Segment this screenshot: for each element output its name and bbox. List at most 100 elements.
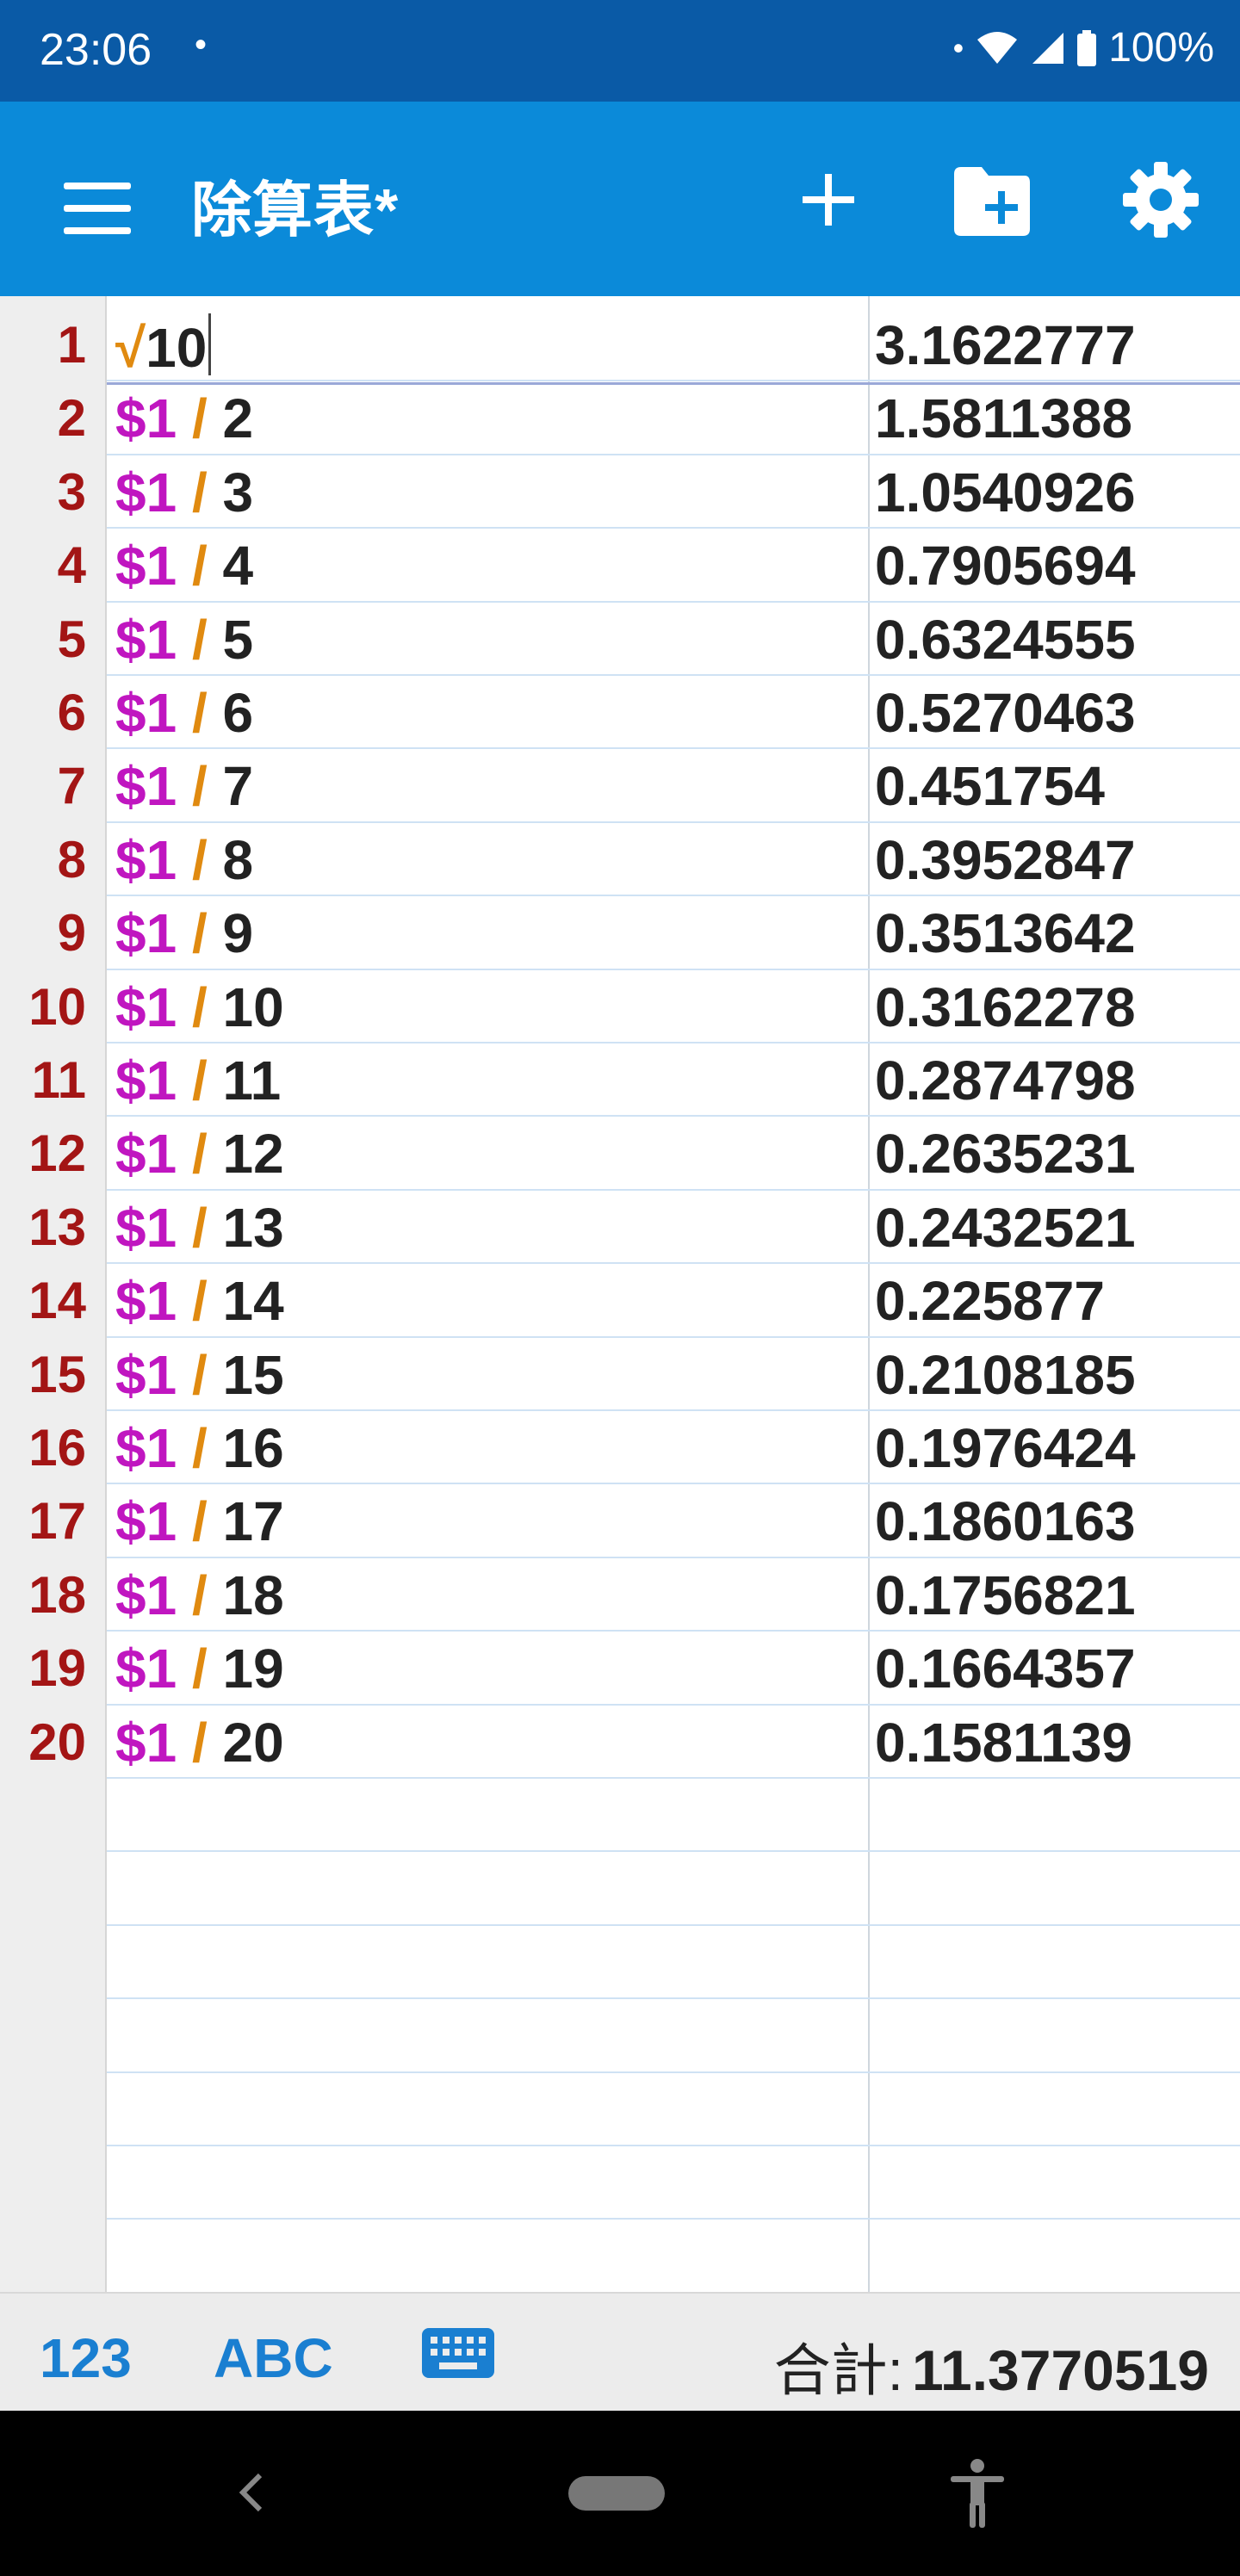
operator: √ bbox=[115, 317, 146, 379]
table-row[interactable]: 14 $1 / 14 0.225877 bbox=[0, 1262, 1240, 1335]
formula-cell[interactable]: $1 / 7 bbox=[115, 754, 253, 818]
table-row[interactable]: 2 $1 / 2 1.5811388 bbox=[0, 380, 1240, 453]
formula-cell[interactable]: $1 / 8 bbox=[115, 828, 253, 892]
table-row[interactable]: 18 $1 / 18 0.1756821 bbox=[0, 1557, 1240, 1630]
formula-cell[interactable]: $1 / 15 bbox=[115, 1343, 284, 1407]
formula-cell[interactable]: $1 / 16 bbox=[115, 1416, 284, 1480]
formula-cell[interactable]: $1 / 5 bbox=[115, 608, 253, 672]
row-number: 18 bbox=[28, 1565, 86, 1624]
cell-reference: $1 bbox=[115, 682, 177, 744]
table-row[interactable]: 11 $1 / 11 0.2874798 bbox=[0, 1042, 1240, 1115]
formula-cell[interactable]: $1 / 19 bbox=[115, 1637, 284, 1700]
operand: 6 bbox=[222, 682, 254, 744]
operand: 17 bbox=[222, 1490, 284, 1553]
table-row[interactable]: 20 $1 / 20 0.1581139 bbox=[0, 1704, 1240, 1777]
formula-cell[interactable]: $1 / 4 bbox=[115, 534, 253, 598]
status-time: 23:06 bbox=[40, 25, 152, 75]
formula-cell[interactable]: $1 / 12 bbox=[115, 1122, 284, 1186]
text-cursor bbox=[208, 313, 212, 375]
battery-icon bbox=[1077, 29, 1097, 66]
operand: 2 bbox=[222, 387, 254, 450]
notification-dot-icon: • bbox=[952, 29, 964, 65]
table-row[interactable]: 12 $1 / 12 0.2635231 bbox=[0, 1115, 1240, 1188]
row-number: 16 bbox=[28, 1419, 86, 1477]
folder-add-icon[interactable] bbox=[951, 162, 1033, 239]
operand: 20 bbox=[222, 1711, 284, 1774]
result-cell: 0.2874798 bbox=[875, 1050, 1136, 1112]
result-cell: 0.1756821 bbox=[875, 1564, 1136, 1626]
formula-cell[interactable]: $1 / 14 bbox=[115, 1269, 284, 1333]
operand: 3 bbox=[222, 461, 254, 523]
grid-line bbox=[107, 2218, 1240, 2220]
formula-cell[interactable]: $1 / 18 bbox=[115, 1564, 284, 1627]
operator: / bbox=[191, 608, 208, 671]
formula-cell[interactable]: $1 / 13 bbox=[115, 1196, 284, 1260]
row-number: 12 bbox=[28, 1124, 86, 1183]
table-row[interactable]: 7 $1 / 7 0.451754 bbox=[0, 747, 1240, 820]
cell-reference: $1 bbox=[115, 1711, 177, 1774]
row-number: 3 bbox=[57, 462, 86, 521]
operator: / bbox=[191, 1564, 208, 1626]
table-row[interactable]: 1 √10 3.1622777 bbox=[0, 307, 1240, 380]
operator: / bbox=[191, 1196, 208, 1259]
formula-cell[interactable]: $1 / 11 bbox=[115, 1049, 281, 1112]
cell-reference: $1 bbox=[115, 608, 177, 671]
table-row[interactable]: 10 $1 / 10 0.3162278 bbox=[0, 969, 1240, 1042]
cell-reference: $1 bbox=[115, 1490, 177, 1553]
operand: 19 bbox=[222, 1638, 284, 1700]
table-row[interactable]: 5 $1 / 5 0.6324555 bbox=[0, 601, 1240, 674]
operand: 10 bbox=[222, 975, 284, 1038]
cell-reference: $1 bbox=[115, 902, 177, 965]
cell-reference: $1 bbox=[115, 828, 177, 891]
status-indicators: • 100% bbox=[953, 24, 1214, 71]
result-cell: 0.451754 bbox=[875, 755, 1105, 818]
gear-icon[interactable] bbox=[1119, 158, 1202, 241]
row-number: 11 bbox=[31, 1051, 86, 1109]
formula-cell[interactable]: $1 / 10 bbox=[115, 975, 284, 1039]
table-row[interactable]: 17 $1 / 17 0.1860163 bbox=[0, 1483, 1240, 1556]
back-icon[interactable] bbox=[226, 2462, 277, 2523]
menu-icon[interactable] bbox=[48, 162, 145, 258]
operator: / bbox=[191, 1417, 208, 1479]
wifi-icon bbox=[977, 31, 1018, 64]
row-number: 13 bbox=[28, 1198, 86, 1256]
table-row[interactable]: 6 $1 / 6 0.5270463 bbox=[0, 674, 1240, 747]
accessibility-icon[interactable] bbox=[947, 2457, 1008, 2530]
table-row[interactable]: 19 $1 / 19 0.1664357 bbox=[0, 1630, 1240, 1703]
formula-cell[interactable]: √10 bbox=[115, 313, 212, 380]
row-number: 2 bbox=[57, 389, 86, 448]
home-pill[interactable] bbox=[568, 2476, 665, 2511]
formula-cell[interactable]: $1 / 17 bbox=[115, 1489, 284, 1553]
result-cell: 0.225877 bbox=[875, 1270, 1105, 1333]
keyboard-icon[interactable] bbox=[422, 2328, 494, 2378]
table-row[interactable]: 16 $1 / 16 0.1976424 bbox=[0, 1409, 1240, 1483]
operator: / bbox=[191, 461, 208, 523]
row-number: 5 bbox=[57, 610, 86, 668]
formula-cell[interactable]: $1 / 20 bbox=[115, 1711, 284, 1774]
cell-reference: $1 bbox=[115, 975, 177, 1038]
battery-percent: 100% bbox=[1108, 25, 1214, 71]
result-cell: 0.3162278 bbox=[875, 975, 1136, 1038]
table-row[interactable]: 13 $1 / 13 0.2432521 bbox=[0, 1189, 1240, 1262]
plus-icon[interactable] bbox=[785, 157, 871, 243]
table-row[interactable]: 9 $1 / 9 0.3513642 bbox=[0, 895, 1240, 968]
formula-cell[interactable]: $1 / 3 bbox=[115, 461, 253, 524]
formula-cell[interactable]: $1 / 6 bbox=[115, 681, 253, 745]
table-row[interactable]: 15 $1 / 15 0.2108185 bbox=[0, 1336, 1240, 1409]
table-row[interactable]: 4 $1 / 4 0.7905694 bbox=[0, 527, 1240, 600]
row-number: 8 bbox=[57, 830, 86, 889]
formula-cell[interactable]: $1 / 9 bbox=[115, 901, 253, 965]
cell-reference: $1 bbox=[115, 1417, 177, 1479]
operator: / bbox=[191, 682, 208, 744]
cell-reference: $1 bbox=[115, 1343, 177, 1406]
notification-dot: • bbox=[195, 26, 208, 64]
numeric-keyboard-button[interactable]: 123 bbox=[40, 2326, 132, 2390]
table-row[interactable]: 8 $1 / 8 0.3952847 bbox=[0, 821, 1240, 895]
formula-cell[interactable]: $1 / 2 bbox=[115, 387, 253, 450]
result-cell: 0.2432521 bbox=[875, 1196, 1136, 1259]
table-row[interactable]: 3 $1 / 3 1.0540926 bbox=[0, 454, 1240, 527]
result-cell: 0.5270463 bbox=[875, 682, 1136, 744]
result-cell: 1.0540926 bbox=[875, 461, 1136, 523]
page-title: 除算表* bbox=[191, 176, 400, 244]
alpha-keyboard-button[interactable]: ABC bbox=[214, 2326, 333, 2390]
